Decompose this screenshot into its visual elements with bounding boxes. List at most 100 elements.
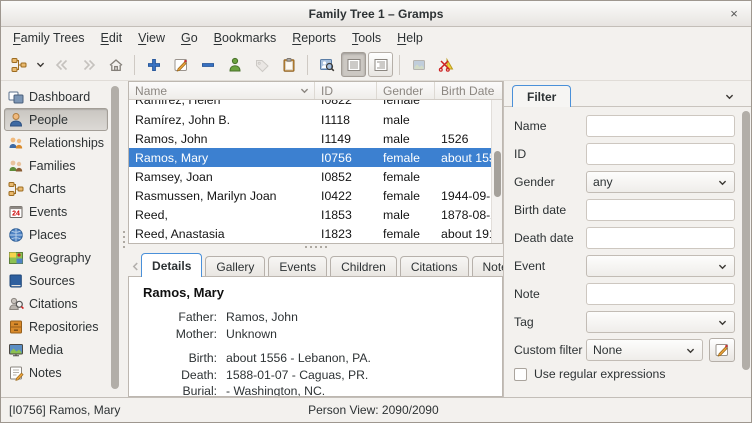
sidebar-item-families[interactable]: Families	[4, 154, 108, 177]
sidebar-item-events[interactable]: 24 Events	[4, 200, 108, 223]
clipboard-button[interactable]	[276, 52, 301, 77]
menu-tools[interactable]: Tools	[344, 29, 389, 47]
menu-edit[interactable]: Edit	[93, 29, 131, 47]
menu-reports[interactable]: Reports	[284, 29, 344, 47]
back-button[interactable]	[49, 52, 74, 77]
column-header-name[interactable]: Name	[129, 82, 316, 99]
menu-go[interactable]: Go	[173, 29, 206, 47]
tab-gallery[interactable]: Gallery	[205, 256, 266, 276]
table-row[interactable]: Ramsey, Joan I0852 female	[129, 167, 491, 186]
name-filter-input[interactable]	[586, 115, 735, 137]
note-filter-input[interactable]	[586, 283, 735, 305]
sidebar-item-sources[interactable]: Sources	[4, 269, 108, 292]
back-arrow-icon	[55, 59, 67, 70]
table-row[interactable]: Ramos, John I1149 male 1526	[129, 129, 491, 148]
chevron-down-icon	[686, 348, 695, 353]
sidebar-item-relationships[interactable]: Relationships	[4, 131, 108, 154]
table-scrollbar[interactable]	[491, 100, 502, 243]
menu-family-trees[interactable]: Family Trees	[5, 29, 93, 47]
filter-row-note: Note	[514, 283, 735, 305]
custom-filter-edit-button[interactable]	[709, 338, 735, 362]
tree-view-toggle[interactable]	[368, 52, 393, 77]
sidebar-splitter[interactable]	[120, 81, 129, 397]
table-row[interactable]: Reed, I1853 male 1878-08-25	[129, 205, 491, 224]
charts-icon	[8, 181, 24, 196]
menu-help[interactable]: Help	[389, 29, 431, 47]
table-row-clipped[interactable]: Ramírez, Helen I0822 female	[129, 100, 491, 110]
table-row[interactable]: Reed, Anastasia I1823 female about 1914	[129, 224, 491, 243]
merge-person-icon	[228, 57, 241, 71]
scissors-button[interactable]	[433, 52, 458, 77]
gramps-window: Family Tree 1 – Gramps × Family Trees Ed…	[0, 0, 752, 423]
table-scrollbar-thumb[interactable]	[494, 151, 501, 198]
custom-filter-select[interactable]: None	[586, 339, 703, 361]
family-tree-button[interactable]	[6, 52, 31, 77]
merge-button[interactable]	[222, 52, 247, 77]
sidebar-item-dashboard[interactable]: Dashboard	[4, 85, 108, 108]
filter-scrollbar-thumb[interactable]	[742, 111, 750, 371]
filter-scrollbar[interactable]	[742, 111, 750, 393]
close-button[interactable]: ×	[726, 5, 742, 21]
sidebar-scrollbar[interactable]	[111, 83, 120, 395]
event-filter-select[interactable]	[586, 255, 735, 277]
tag-filter-select[interactable]	[586, 311, 735, 333]
family-tree-dropdown[interactable]	[33, 52, 47, 77]
toolbar-separator	[307, 54, 308, 75]
sidebar-item-geography[interactable]: Geography	[4, 246, 108, 269]
menu-view[interactable]: View	[130, 29, 173, 47]
column-header-gender[interactable]: Gender	[377, 82, 436, 99]
statusbar: [I0756] Ramos, Mary Person View: 2090/20…	[1, 397, 751, 422]
detail-row-mother: Mother: Unknown	[175, 326, 277, 341]
gender-filter-select[interactable]: any	[586, 171, 735, 193]
filter-tab[interactable]: Filter	[512, 85, 572, 107]
sidebar-item-notes[interactable]: Notes	[4, 361, 108, 384]
id-filter-input[interactable]	[586, 143, 735, 165]
tag-button[interactable]	[249, 52, 274, 77]
sidebar-item-media[interactable]: Media	[4, 338, 108, 361]
home-button[interactable]	[103, 52, 128, 77]
sidebar-item-repositories[interactable]: Repositories	[4, 315, 108, 338]
edit-button[interactable]	[168, 52, 193, 77]
column-header-birth-date[interactable]: Birth Date	[435, 82, 502, 99]
table-rows: Ramírez, Helen I0822 female Ramírez, Joh…	[129, 100, 491, 243]
tab-citations[interactable]: Citations	[399, 256, 469, 276]
tab-events[interactable]: Events	[268, 256, 328, 276]
remove-button[interactable]	[195, 52, 220, 77]
edit-pencil-icon	[174, 58, 187, 72]
column-header-id[interactable]: ID	[315, 82, 378, 99]
toolbar-separator	[134, 54, 135, 75]
menu-bookmarks[interactable]: Bookmarks	[206, 29, 285, 47]
tabs-scroll-left[interactable]	[130, 256, 141, 276]
regex-checkbox-label: Use regular expressions	[534, 367, 666, 381]
sidebar-item-charts[interactable]: Charts	[4, 177, 108, 200]
people-view: Name ID Gender Birth Date Ramírez, Helen…	[128, 81, 558, 397]
list-view-toggle[interactable]	[341, 52, 366, 77]
table-row[interactable]: Ramírez, John B. I1118 male	[129, 110, 491, 129]
person-search-button[interactable]	[314, 52, 339, 77]
table-header: Name ID Gender Birth Date	[129, 82, 502, 100]
families-icon	[9, 160, 23, 171]
sidebar-item-places[interactable]: Places	[4, 223, 108, 246]
tab-details[interactable]: Details	[141, 253, 203, 277]
filter-collapse-button[interactable]	[724, 91, 735, 102]
sidebar-item-people[interactable]: People	[4, 108, 109, 131]
sidebar-scrollbar-thumb[interactable]	[111, 86, 120, 389]
table-row[interactable]: Rasmussen, Marilyn Joan I0422 female 194…	[129, 186, 491, 205]
chevron-down-icon	[718, 264, 727, 269]
chevron-left-icon	[132, 262, 138, 270]
add-button[interactable]	[141, 52, 166, 77]
regex-checkbox[interactable]	[514, 367, 527, 381]
table-row-selected[interactable]: Ramos, Mary I0756 female about 1556	[129, 148, 491, 167]
filter-row-id: ID	[514, 143, 735, 165]
toolbar-separator	[399, 54, 400, 75]
media-button[interactable]	[406, 52, 431, 77]
tree-view-icon	[374, 58, 387, 71]
death-date-filter-input[interactable]	[586, 227, 735, 249]
birth-date-filter-input[interactable]	[586, 199, 735, 221]
forward-button[interactable]	[76, 52, 101, 77]
titlebar[interactable]: Family Tree 1 – Gramps ×	[1, 1, 751, 27]
active-person-status: [I0756] Ramos, Mary	[9, 403, 121, 417]
chevron-down-icon	[36, 62, 44, 68]
tab-children[interactable]: Children	[330, 256, 397, 276]
sidebar-item-citations[interactable]: Citations	[4, 292, 108, 315]
